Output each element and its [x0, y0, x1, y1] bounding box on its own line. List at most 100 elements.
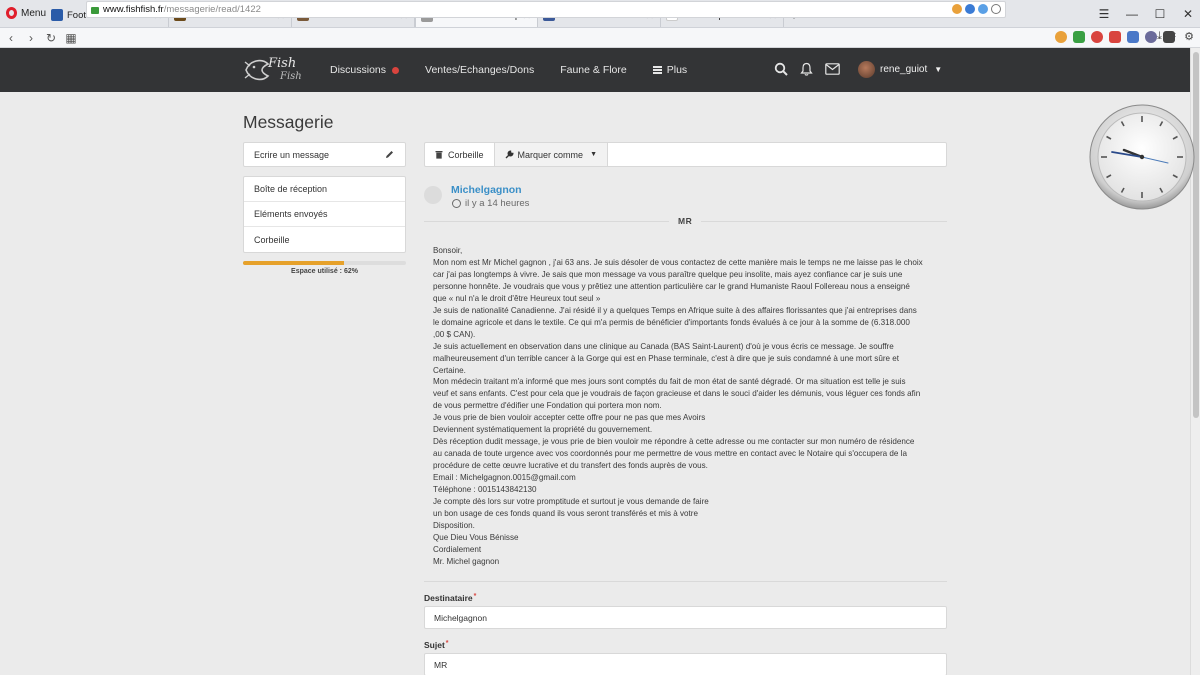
opera-logo-icon — [6, 7, 17, 19]
extension-icon[interactable] — [1073, 31, 1085, 43]
message-subject: MR — [669, 216, 702, 226]
notification-dot — [392, 66, 400, 74]
translate-icon[interactable] — [1127, 31, 1139, 43]
extension-icon[interactable] — [1145, 31, 1157, 43]
url-path: /messagerie/read/1422 — [163, 4, 261, 15]
nav-ventes[interactable]: Ventes/Echanges/Dons — [425, 64, 534, 76]
extension-icon[interactable] — [965, 4, 975, 14]
play-icon[interactable] — [978, 4, 988, 14]
mark-as-dropdown[interactable]: Marquer comme ▼ — [494, 143, 608, 166]
required-mark: * — [473, 593, 477, 600]
bell-icon[interactable] — [800, 62, 813, 76]
required-mark: * — [445, 640, 449, 647]
mail-icon[interactable] — [825, 63, 840, 75]
reply-divider — [424, 581, 947, 582]
search-icon[interactable] — [774, 62, 788, 76]
sender-avatar — [424, 186, 442, 204]
message-body-line: Dès réception dudit message, je vous pri… — [433, 437, 915, 447]
forward-icon[interactable]: › — [22, 31, 40, 45]
sender-name[interactable]: Michelgagnon — [451, 184, 522, 196]
browser-right-actions: ⤓ ⌗ ⚙ — [1157, 30, 1194, 43]
message-body-line: Que Dieu Vous Bénisse — [433, 532, 519, 542]
address-bar-row: ‹ › ↻ ▦ — [0, 28, 1200, 48]
extension-icon[interactable] — [952, 4, 962, 14]
url-field[interactable]: www.fishfish.fr/messagerie/read/1422 — [86, 1, 1006, 18]
message-body-line: un bon usage de ces fonds quand ils vous… — [433, 508, 698, 518]
minimize-icon[interactable]: — — [1120, 7, 1144, 21]
subject-field[interactable]: MR — [424, 653, 947, 675]
analog-clock-icon — [1089, 104, 1195, 210]
url-host: www.fishfish.fr — [103, 4, 164, 15]
subject-label: Sujet* — [424, 640, 449, 650]
message-body-line: ,00 $ CAN). — [433, 329, 476, 339]
message-body-line: Mon nom est Mr Michel gagnon , j'ai 63 a… — [433, 257, 923, 267]
message-body-line: au canada de toute urgence avec vos coor… — [433, 449, 907, 459]
back-icon[interactable]: ‹ — [2, 31, 20, 45]
message-body-line: que « nul n'a le droit d'être Heureux to… — [433, 293, 601, 303]
nav-discussions[interactable]: Discussions — [330, 64, 400, 76]
snapshot-icon[interactable]: ⌗ — [1170, 30, 1176, 43]
adblock-icon[interactable] — [1091, 31, 1103, 43]
nav-label: Discussions — [330, 64, 387, 76]
message-toolbar: Corbeille Marquer comme ▼ — [424, 142, 947, 167]
message-body-line: Mon médecin traitant m'a informé que mes… — [433, 377, 906, 387]
site-header: Fish Fish Discussions Ventes/Echanges/Do… — [0, 48, 1190, 92]
message-time: il y a 14 heures — [452, 198, 529, 209]
extension-icon[interactable] — [1055, 31, 1067, 43]
tab-menu-icon[interactable]: ☰ — [1092, 7, 1116, 21]
message-body-line: Deviennent systématiquement la propriété… — [433, 425, 653, 435]
message-body-line: Je suis actuellement en observation dans… — [433, 341, 894, 351]
maximize-icon[interactable]: ☐ — [1148, 7, 1172, 21]
favicon-icon — [51, 9, 63, 21]
page-title: Messagerie — [243, 112, 334, 132]
folder-sent[interactable]: Eléments envoyés — [244, 202, 405, 227]
reload-icon[interactable]: ↻ — [42, 31, 60, 45]
nav-label: Ventes/Echanges/Dons — [425, 64, 535, 76]
caret-down-icon: ▼ — [934, 65, 943, 74]
settings-icon[interactable]: ⚙ — [1184, 30, 1194, 43]
message-body-line: malheureusement d'un terrible cancer à l… — [433, 353, 900, 363]
clock-icon — [452, 199, 461, 208]
user-menu[interactable]: rene_guiot ▼ — [858, 61, 942, 78]
desktop-clock-widget — [1088, 103, 1196, 211]
site-logo[interactable]: Fish Fish — [242, 52, 304, 88]
hamburger-icon — [652, 65, 662, 76]
message-time-label: il y a 14 heures — [465, 198, 530, 209]
message-body-line: Téléphone : 0015143842130 — [433, 485, 537, 495]
download-icon[interactable]: ⤓ — [1157, 30, 1162, 43]
username: rene_guiot — [880, 64, 928, 75]
quota-bar — [243, 261, 406, 265]
caret-down-icon: ▼ — [590, 151, 597, 158]
recipient-value: Michelgagnon — [434, 612, 487, 623]
trash-button[interactable]: Corbeille — [425, 143, 495, 166]
compose-button[interactable]: Ecrire un message — [243, 142, 406, 167]
folder-inbox[interactable]: Boîte de réception — [244, 177, 405, 202]
recipient-field[interactable]: Michelgagnon — [424, 606, 947, 629]
header-icons — [774, 62, 840, 76]
speed-dial-icon[interactable]: ▦ — [62, 31, 80, 45]
main-nav: Discussions Ventes/Echanges/Dons Faune &… — [330, 48, 713, 92]
recipient-label: Destinataire* — [424, 593, 476, 603]
folder-label: Boîte de réception — [254, 184, 328, 194]
message-body-line: procédure de cette œuvre lucrative et du… — [433, 461, 708, 471]
quota-fill — [243, 261, 345, 265]
message-body-line: Mr. Michel gagnon — [433, 556, 500, 566]
message-body-line: de vous permettre d'édifier une Fondatio… — [433, 401, 662, 411]
browser-menu-button[interactable]: Menu — [0, 0, 46, 27]
heart-icon[interactable] — [991, 4, 1001, 14]
nav-label: Faune & Flore — [560, 64, 627, 76]
message-body-line: car j'ai pas longtemps à vivre. Je sais … — [433, 269, 903, 279]
avatar — [858, 61, 875, 78]
message-body-line: Cordialement — [433, 544, 482, 554]
quota-label: Espace utilisé : 62% — [291, 268, 358, 275]
folder-trash[interactable]: Corbeille — [244, 227, 405, 252]
nav-plus[interactable]: Plus — [652, 64, 687, 76]
message-body-line: personne honnête. Je voudrais que vous y… — [433, 281, 910, 291]
close-window-icon[interactable]: ✕ — [1176, 7, 1200, 21]
mark-label: Marquer comme — [517, 149, 584, 160]
window-controls: ☰ — ☐ ✕ — [1088, 0, 1200, 28]
nav-faune-flore[interactable]: Faune & Flore — [560, 64, 627, 76]
message-body-line: Email : Michelgagnon.0015@gmail.com — [433, 473, 576, 483]
extension-icon[interactable] — [1109, 31, 1121, 43]
message-body-line: Certaine. — [433, 365, 466, 375]
